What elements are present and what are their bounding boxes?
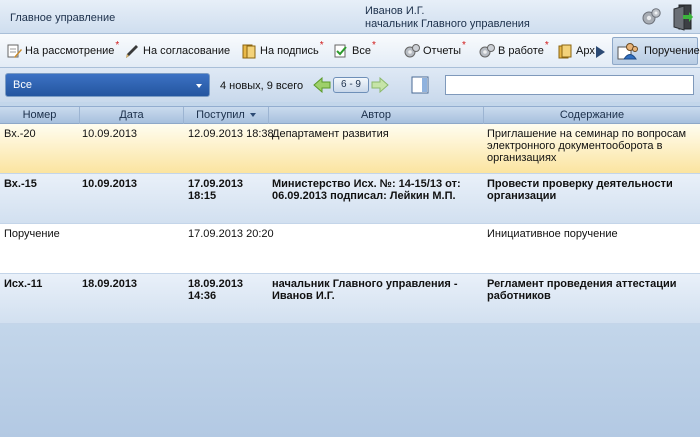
cell-number: Исх.-11 (4, 278, 43, 290)
cell-content: Регламент проведения аттестации работник… (487, 278, 677, 302)
title-bar: Главное управление Иванов И.Г. начальник… (0, 0, 700, 34)
toolbar-item-all[interactable]: Все * (333, 39, 376, 61)
panel-toggle-icon[interactable] (411, 76, 429, 94)
filter-dropdown[interactable]: Все (5, 73, 210, 97)
cell-content: Провести проверку деятельности организац… (487, 178, 673, 202)
chevron-down-icon (196, 84, 202, 88)
archive-icon (557, 43, 573, 59)
cell-received: 17.09.2013 18:15 (188, 178, 244, 202)
new-marker: * (462, 39, 466, 51)
column-header-author[interactable]: Автор (269, 107, 484, 124)
document-counter: 4 новых, 9 всего (220, 80, 304, 92)
document-pen-icon (6, 43, 22, 59)
toolbar-item-archive[interactable]: Арх (557, 41, 595, 61)
cell-content: Инициативное поручение (487, 228, 618, 240)
user-info: Иванов И.Г. начальник Главного управлени… (365, 5, 530, 31)
assignment-users-icon (617, 41, 639, 61)
previous-page-arrow-icon[interactable] (313, 76, 331, 94)
exit-door-icon[interactable] (672, 3, 694, 31)
column-header-received[interactable]: Поступил (184, 107, 269, 124)
cell-author: начальник Главного управления - Иванов И… (272, 278, 458, 302)
grid-header: Номер Дата Поступил Автор Содержание (0, 106, 700, 124)
filter-dropdown-value: Все (13, 79, 32, 91)
cell-date: 10.09.2013 (82, 178, 138, 190)
column-header-number[interactable]: Номер (0, 107, 80, 124)
new-marker: * (371, 39, 376, 51)
toolbar-item-label: На рассмотрение (25, 45, 115, 57)
cell-received: 12.09.2013 18:38 (188, 128, 274, 140)
cell-received: 18.09.2013 14:36 (188, 278, 244, 302)
cell-number: Вх.-20 (4, 128, 36, 140)
toolbar-item-label: Поручение (644, 45, 700, 57)
page-range[interactable]: 6 - 9 (333, 77, 369, 93)
cell-received: 17.09.2013 20:20 (188, 228, 274, 240)
new-marker: * (319, 39, 324, 51)
column-header-date[interactable]: Дата (80, 107, 184, 124)
toolbar-item-label: В работе (498, 45, 544, 57)
cell-author: Департамент развития (272, 128, 389, 140)
toolbar-item-label: На согласование (143, 45, 231, 57)
cell-date: 10.09.2013 (82, 128, 138, 140)
toolbar-item-for-review[interactable]: На рассмотрение * (6, 39, 120, 61)
toolbar-item-in-work[interactable]: В работе * (479, 39, 549, 61)
folder-icon (241, 43, 257, 59)
filter-bar: Все 4 новых, 9 всего 6 - 9 (0, 68, 700, 102)
toolbar-item-label: Арх (576, 45, 595, 57)
cell-date: 18.09.2013 (82, 278, 138, 290)
gears-report-icon (404, 43, 420, 59)
scroll-right-arrow-icon[interactable] (596, 46, 605, 58)
table-row[interactable]: Исх.-11 18.09.2013 18.09.2013 14:36 нача… (0, 274, 700, 324)
toolbar-item-for-approval[interactable]: На согласование (124, 41, 230, 61)
user-position: начальник Главного управления (365, 18, 530, 30)
gears-work-icon (479, 43, 495, 59)
new-marker: * (115, 39, 120, 51)
table-row[interactable]: Вх.-15 10.09.2013 17.09.2013 18:15 Минис… (0, 174, 700, 224)
check-document-icon (333, 43, 349, 59)
gear-icon[interactable] (640, 6, 662, 28)
grid-empty-area (0, 324, 700, 437)
column-header-content[interactable]: Содержание (484, 107, 700, 124)
cell-author: Министерство Исх. №: 14-15/13 от: 06.09.… (272, 178, 461, 202)
toolbar-item-reports[interactable]: Отчеты * (404, 39, 466, 61)
next-page-arrow-icon[interactable] (371, 76, 389, 94)
toolbar-item-assignment[interactable]: Поручение (612, 37, 700, 65)
toolbar-item-label: Все (352, 45, 371, 57)
toolbar-item-label: Отчеты (423, 45, 462, 57)
table-row[interactable]: Поручение 17.09.2013 20:20 Инициативное … (0, 224, 700, 274)
toolbar-item-label: На подпись (260, 45, 319, 57)
cell-content: Приглашение на семинар по вопросам элект… (487, 128, 687, 164)
pen-icon (124, 43, 140, 59)
table-row[interactable]: Вх.-20 10.09.2013 12.09.2013 18:38 Депар… (0, 124, 700, 174)
search-input[interactable] (445, 75, 694, 95)
app-title: Главное управление (10, 12, 116, 24)
cell-number: Вх.-15 (4, 178, 37, 190)
sort-descending-icon (249, 113, 256, 118)
user-name: Иванов И.Г. (365, 5, 425, 17)
cell-number: Поручение (4, 228, 60, 240)
toolbar: На рассмотрение * На согласование На подп… (0, 34, 700, 68)
toolbar-item-for-signature[interactable]: На подпись * (241, 39, 324, 61)
new-marker: * (544, 39, 549, 51)
